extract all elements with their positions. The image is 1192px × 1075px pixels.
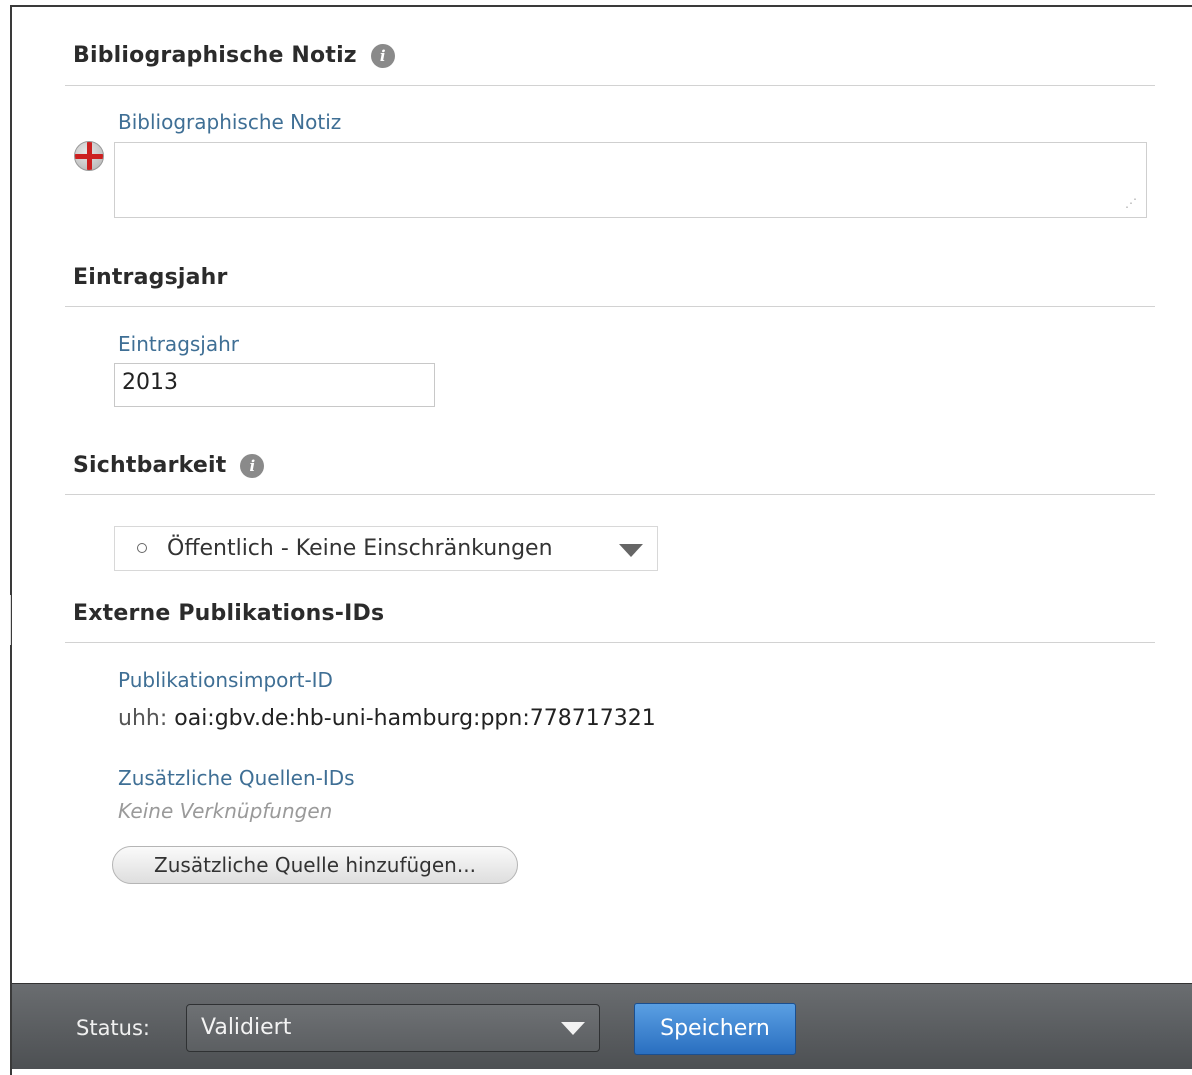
section-title-text: Sichtbarkeit bbox=[73, 453, 227, 478]
import-id-value: uhh: oai:gbv.de:hb-uni-hamburg:ppn:77871… bbox=[118, 706, 656, 731]
status-selected-value: Validiert bbox=[201, 1015, 292, 1040]
info-icon[interactable]: i bbox=[240, 454, 265, 478]
footer-bar: Status: Validiert Speichern bbox=[12, 983, 1192, 1069]
section-divider bbox=[65, 642, 1155, 643]
section-title-bibliographic-note: Bibliographische Notiz i bbox=[73, 43, 395, 68]
field-label-import-id: Publikationsimport-ID bbox=[118, 668, 333, 692]
status-label: Status: bbox=[76, 1016, 150, 1040]
no-links-text: Keine Verknüpfungen bbox=[118, 799, 333, 823]
section-title-visibility: Sichtbarkeit i bbox=[73, 453, 265, 478]
section-title-external-ids: Externe Publikations-IDs bbox=[73, 601, 385, 626]
section-title-text: Bibliographische Notiz bbox=[73, 43, 357, 68]
chevron-down-icon bbox=[619, 544, 643, 557]
section-divider bbox=[65, 306, 1155, 307]
bibliographic-note-textarea[interactable] bbox=[114, 142, 1147, 218]
resize-grip-icon[interactable]: ⋰ bbox=[1125, 196, 1137, 210]
import-id-text: oai:gbv.de:hb-uni-hamburg:ppn:778717321 bbox=[174, 706, 656, 731]
panel-edge-marker bbox=[0, 595, 11, 645]
chevron-down-icon bbox=[561, 1022, 585, 1035]
uk-flag-icon[interactable] bbox=[74, 141, 104, 171]
entry-year-input[interactable]: 2013 bbox=[114, 363, 435, 407]
visibility-circle-icon bbox=[137, 543, 147, 553]
status-select[interactable]: Validiert bbox=[186, 1004, 600, 1052]
info-icon[interactable]: i bbox=[370, 44, 395, 68]
visibility-selected-value: Öffentlich - Keine Einschränkungen bbox=[167, 536, 553, 561]
import-id-prefix: uhh: bbox=[118, 706, 168, 731]
save-button[interactable]: Speichern bbox=[634, 1003, 796, 1055]
section-divider bbox=[65, 85, 1155, 86]
add-source-button[interactable]: Zusätzliche Quelle hinzufügen... bbox=[112, 846, 518, 884]
section-title-entry-year: Eintragsjahr bbox=[73, 265, 228, 290]
section-divider bbox=[65, 494, 1155, 495]
field-label-entry-year: Eintragsjahr bbox=[118, 332, 240, 356]
field-label-bibliographic-note: Bibliographische Notiz bbox=[118, 110, 342, 134]
visibility-select[interactable]: Öffentlich - Keine Einschränkungen bbox=[114, 526, 658, 571]
field-label-additional-ids: Zusätzliche Quellen-IDs bbox=[118, 766, 355, 790]
